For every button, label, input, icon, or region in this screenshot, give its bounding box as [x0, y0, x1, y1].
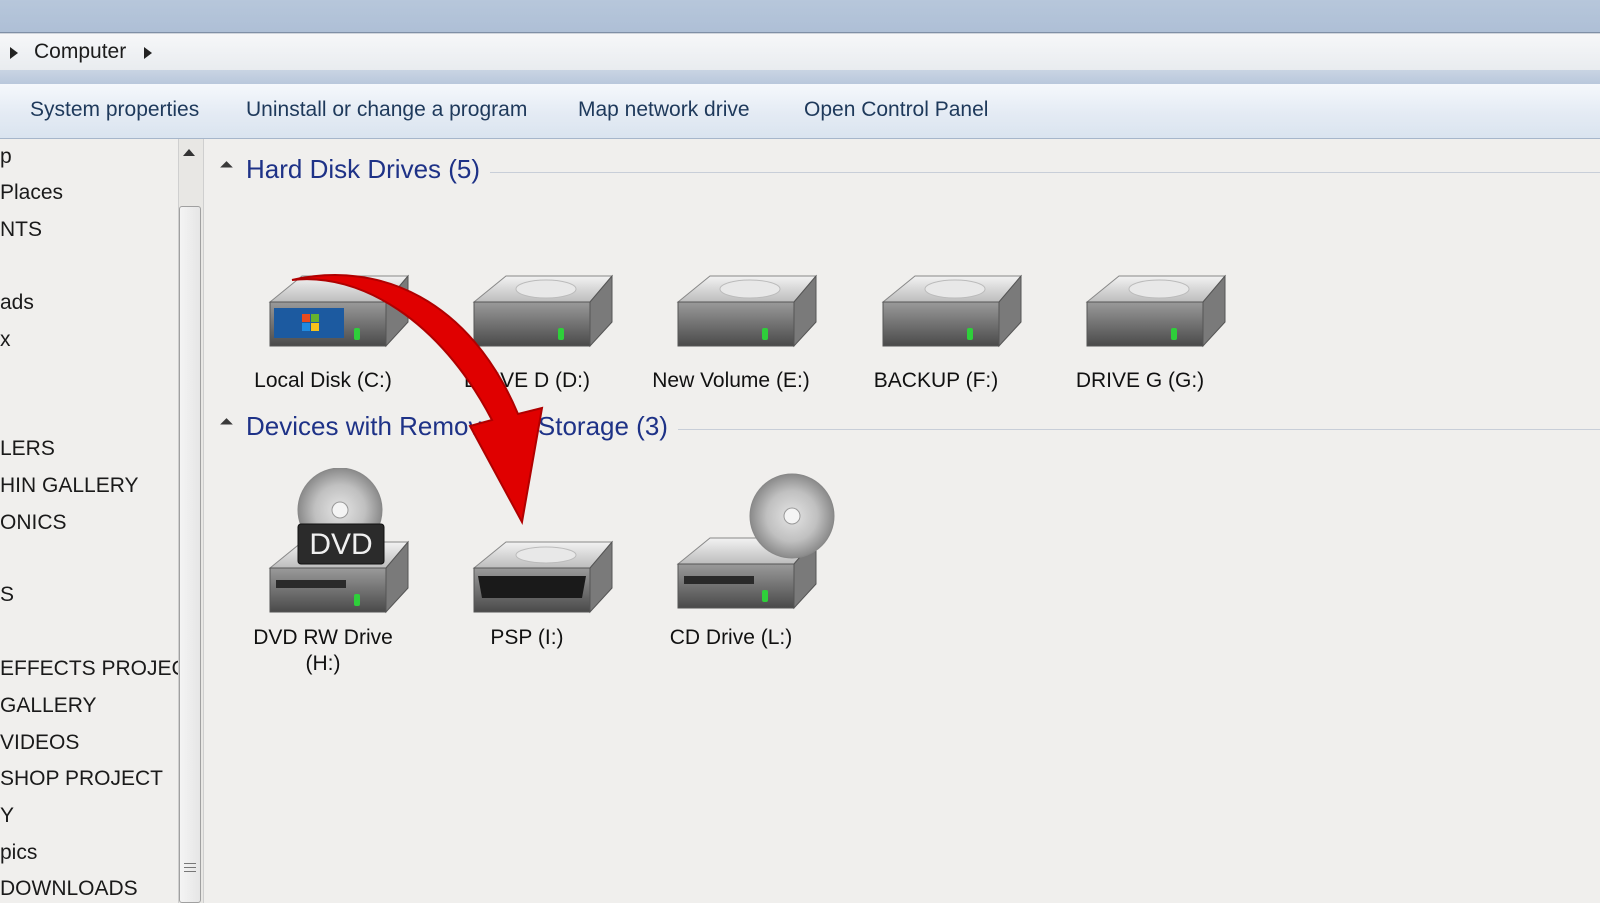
- scrollbar-thumb[interactable]: [179, 206, 201, 903]
- drive-label: Local Disk (C:): [254, 369, 392, 392]
- nav-item[interactable]: LERS: [0, 437, 55, 465]
- drive-label: DVD RW Drive (H:): [228, 625, 418, 677]
- drive-g[interactable]: DRIVE G (G:): [1045, 262, 1235, 412]
- nav-item[interactable]: EFFECTS PROJECTS: [0, 657, 178, 685]
- group-header-hard-disks[interactable]: Hard Disk Drives (5): [246, 154, 480, 185]
- grip-line: [184, 863, 196, 864]
- grip-line: [184, 867, 196, 868]
- hard-drive-icon: [1085, 274, 1227, 348]
- group-header-removable[interactable]: Devices with Removable Storage (3): [246, 411, 668, 442]
- drive-h[interactable]: DVD DVD RW Drive (H:): [228, 468, 418, 688]
- nav-item[interactable]: HIN GALLERY: [0, 474, 139, 502]
- removable-drive-icon: [472, 540, 614, 614]
- nav-item[interactable]: NTS: [0, 218, 42, 246]
- drive-label: BACKUP (F:): [873, 369, 999, 392]
- drive-label: DRIVE D (D:): [464, 369, 590, 392]
- nav-item[interactable]: S: [0, 583, 14, 611]
- nav-item[interactable]: GALLERY: [0, 694, 97, 722]
- nav-item[interactable]: Places: [0, 181, 63, 209]
- nav-item[interactable]: ONICS: [0, 511, 67, 539]
- hard-drive-icon: [472, 274, 614, 348]
- breadcrumb-chevron-icon[interactable]: [144, 47, 152, 59]
- drive-label: DRIVE G (G:): [1075, 369, 1205, 392]
- uninstall-program-button[interactable]: Uninstall or change a program: [246, 98, 527, 122]
- map-network-drive-button[interactable]: Map network drive: [578, 98, 750, 122]
- nav-item[interactable]: pics: [0, 841, 37, 869]
- nav-item[interactable]: Y: [0, 804, 14, 832]
- nav-item[interactable]: ads: [0, 291, 34, 319]
- navigation-pane: p Places NTS ads x LERS HIN GALLERY ONIC…: [0, 139, 178, 903]
- group-divider: [678, 429, 1600, 430]
- drive-label: PSP (I:): [490, 626, 564, 649]
- nav-item[interactable]: VIDEOS: [0, 731, 79, 759]
- drive-d[interactable]: DRIVE D (D:): [432, 262, 622, 412]
- windows-hard-drive-icon: [268, 274, 410, 348]
- nav-item[interactable]: x: [0, 328, 11, 356]
- cd-drive-icon: [676, 473, 835, 610]
- drive-label: CD Drive (L:): [669, 626, 793, 649]
- group-divider: [490, 172, 1600, 173]
- hard-drive-icon: [881, 274, 1023, 348]
- breadcrumb-computer[interactable]: Computer: [34, 40, 126, 64]
- breadcrumb-chevron-icon[interactable]: [10, 47, 18, 59]
- address-bar[interactable]: Computer: [0, 33, 1600, 71]
- scroll-up-arrow-icon[interactable]: [183, 149, 195, 156]
- nav-item[interactable]: SHOP PROJECT: [0, 767, 163, 795]
- drive-l[interactable]: CD Drive (L:): [636, 472, 835, 662]
- open-control-panel-button[interactable]: Open Control Panel: [804, 98, 988, 122]
- window-title-bar: [0, 0, 1600, 33]
- drive-c[interactable]: Local Disk (C:): [228, 262, 418, 412]
- drive-label: New Volume (E:): [652, 369, 810, 392]
- nav-item[interactable]: p: [0, 145, 12, 173]
- grip-line: [184, 871, 196, 872]
- drive-e[interactable]: New Volume (E:): [636, 262, 826, 412]
- nav-item[interactable]: DOWNLOADS: [0, 877, 138, 903]
- system-properties-button[interactable]: System properties: [30, 98, 199, 122]
- drive-label-text: DVD RW Drive (H:): [253, 626, 393, 675]
- dvd-drive-icon: DVD: [268, 468, 410, 614]
- command-bar: System properties Uninstall or change a …: [0, 84, 1600, 139]
- drive-i[interactable]: PSP (I:): [432, 520, 622, 670]
- toolbar-separator: [0, 70, 1600, 84]
- dvd-badge-text: DVD: [309, 528, 372, 561]
- hard-drive-icon: [676, 274, 818, 348]
- drive-f[interactable]: BACKUP (F:): [841, 262, 1031, 412]
